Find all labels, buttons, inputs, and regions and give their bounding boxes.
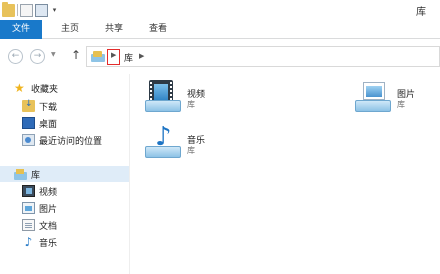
forward-button[interactable]: → [30,49,45,64]
nav-item-downloads[interactable]: 下载 [22,98,57,114]
videos-icon [22,185,35,197]
pane-divider[interactable] [129,74,130,274]
pictures-icon [22,202,35,214]
breadcrumb-libraries[interactable]: 库 [124,51,133,64]
tile-subtitle: 库 [397,100,405,109]
back-button[interactable]: ← [8,49,23,64]
nav-item-recent-places[interactable]: 最近访问的位置 [22,132,102,148]
title-bar: ▾ 库 [0,0,440,20]
address-bar[interactable]: ▶ 库 ▶ [86,46,440,67]
desktop-icon [22,117,35,129]
properties-icon[interactable] [20,3,33,17]
music-library-icon: ♪ [145,124,181,158]
nav-item-label: 最近访问的位置 [39,136,103,147]
navigation-pane: ★ 收藏夹 下载 桌面 最近访问的位置 库 视频 图片 文档 ♪ 音乐 [0,74,130,274]
up-button[interactable]: ↑ [71,48,81,62]
documents-icon [22,219,35,231]
new-folder-icon[interactable] [35,3,48,17]
chevron-right-icon: ▶ [111,51,117,59]
customize-toolbar-chevron-icon[interactable]: ▾ [50,6,59,14]
content-pane: 视频 库 图片 库 ♪ 音乐 库 [131,74,440,274]
nav-item-documents[interactable]: 文档 [22,217,57,233]
downloads-icon [22,99,35,112]
nav-item-music[interactable]: ♪ 音乐 [22,234,57,250]
videos-library-icon [145,78,181,112]
nav-item-label: 桌面 [39,119,58,130]
breadcrumb-separator-highlighted[interactable]: ▶ [107,49,120,65]
nav-item-favorites[interactable]: ★ 收藏夹 [14,80,58,96]
nav-item-label: 视频 [39,187,58,198]
nav-item-label: 库 [31,170,41,181]
nav-item-pictures[interactable]: 图片 [22,200,57,216]
nav-item-label: 文档 [39,221,58,232]
libraries-icon [91,51,105,62]
quick-access-toolbar: ▾ [2,1,59,18]
folder-icon[interactable] [2,1,15,17]
music-icon: ♪ [24,235,33,249]
nav-item-libraries[interactable]: 库 [0,166,130,182]
library-tile-music[interactable]: ♪ 音乐 库 [145,124,265,160]
window-title: 库 [416,7,426,18]
chevron-right-icon[interactable]: ▶ [139,52,144,60]
nav-item-videos[interactable]: 视频 [22,183,57,199]
tab-file[interactable]: 文件 [0,20,42,39]
ribbon-tabs: 文件 主页 共享 查看 [0,20,440,39]
address-row: ← → ▼ ↑ ▶ 库 ▶ [0,40,440,74]
nav-item-label: 图片 [39,204,58,215]
toolbar-divider [17,4,18,16]
tab-home[interactable]: 主页 [52,20,88,39]
nav-item-label: 音乐 [39,238,58,249]
star-icon: ★ [14,81,25,95]
recent-places-icon [22,134,35,146]
library-tile-videos[interactable]: 视频 库 [145,78,265,114]
nav-item-label: 下载 [39,102,58,113]
recent-locations-chevron-icon[interactable]: ▼ [51,51,56,58]
tile-subtitle: 库 [187,100,195,109]
library-tile-pictures[interactable]: 图片 库 [355,78,435,114]
tab-share[interactable]: 共享 [96,20,132,39]
nav-item-label: 收藏夹 [31,84,59,95]
tab-view[interactable]: 查看 [140,20,176,39]
nav-item-desktop[interactable]: 桌面 [22,115,57,131]
tile-subtitle: 库 [187,146,195,155]
pictures-library-icon [355,78,391,112]
libraries-icon [14,168,27,180]
